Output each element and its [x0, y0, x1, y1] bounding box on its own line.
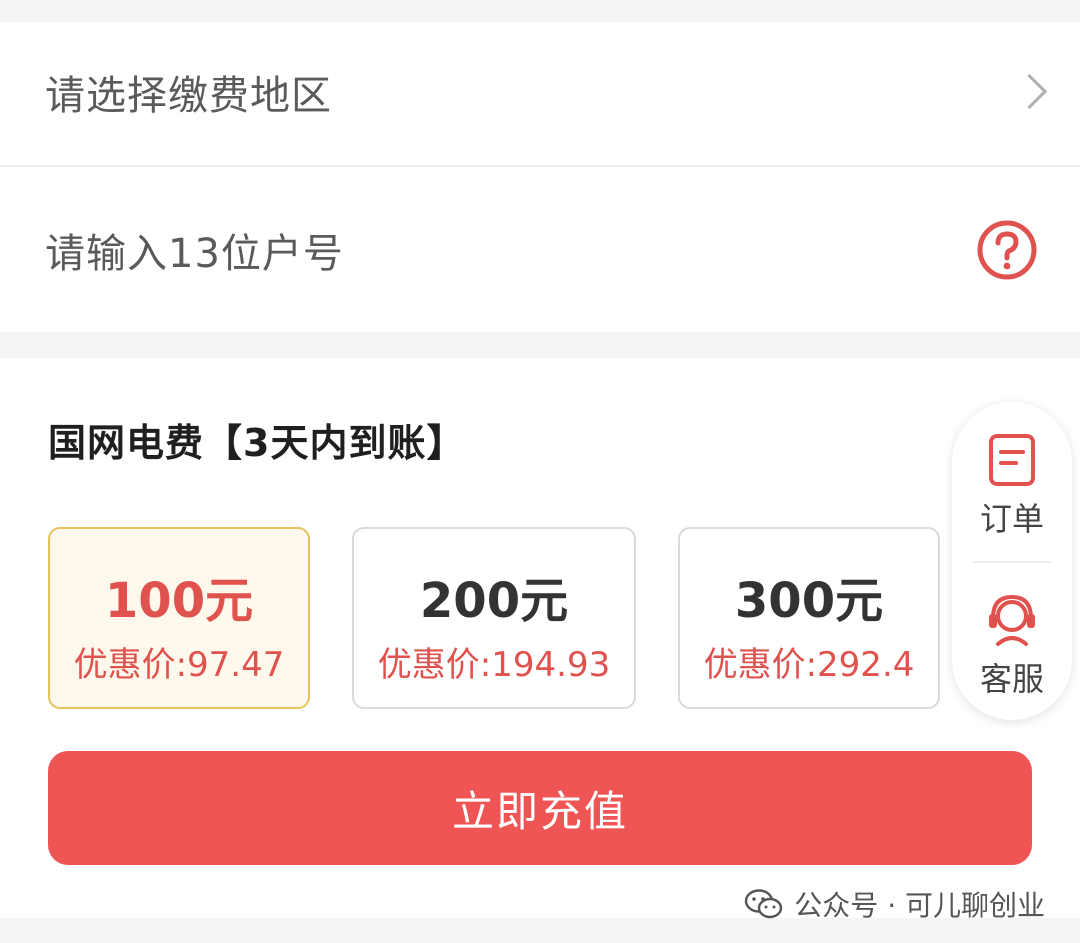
amount-option-300[interactable]: 300元 优惠价:292.4 [678, 527, 940, 709]
option-amount: 100元 [104, 573, 254, 629]
service-label: 客服 [979, 660, 1044, 698]
account-form-card: 请选择缴费地区 请输入13位户号 [0, 22, 1080, 332]
recharge-button[interactable]: 立即充值 [48, 751, 1032, 865]
option-discount-price: 优惠价:97.47 [73, 645, 285, 685]
orders-label: 订单 [979, 500, 1044, 538]
watermark: 公众号 · 可儿聊创业 [744, 884, 1045, 924]
amount-option-100[interactable]: 100元 优惠价:97.47 [48, 527, 310, 709]
option-discount-price: 优惠价:194.93 [377, 645, 611, 685]
chevron-right-icon [1011, 73, 1048, 110]
document-icon [989, 434, 1035, 486]
help-circle-icon[interactable] [976, 219, 1038, 281]
menu-divider [972, 561, 1052, 563]
account-input-row[interactable]: 请输入13位户号 [0, 180, 1080, 320]
region-select-row[interactable]: 请选择缴费地区 [0, 22, 1080, 162]
row-divider [0, 165, 1080, 167]
customer-service-button[interactable]: 客服 [952, 590, 1072, 700]
option-discount-price: 优惠价:292.4 [703, 645, 915, 685]
headset-icon [989, 594, 1035, 646]
option-amount: 200元 [419, 573, 569, 629]
section-title: 国网电费【3天内到账】 [48, 421, 466, 465]
option-amount: 300元 [734, 573, 884, 629]
watermark-text: 公众号 · 可儿聊创业 [794, 889, 1045, 922]
region-select-placeholder: 请选择缴费地区 [45, 73, 332, 119]
amount-option-200[interactable]: 200元 优惠价:194.93 [352, 527, 636, 709]
orders-button[interactable]: 订单 [952, 432, 1072, 540]
wechat-icon [745, 889, 783, 919]
floating-side-menu: 订单 客服 [952, 402, 1072, 720]
account-input-placeholder: 请输入13位户号 [45, 231, 344, 277]
